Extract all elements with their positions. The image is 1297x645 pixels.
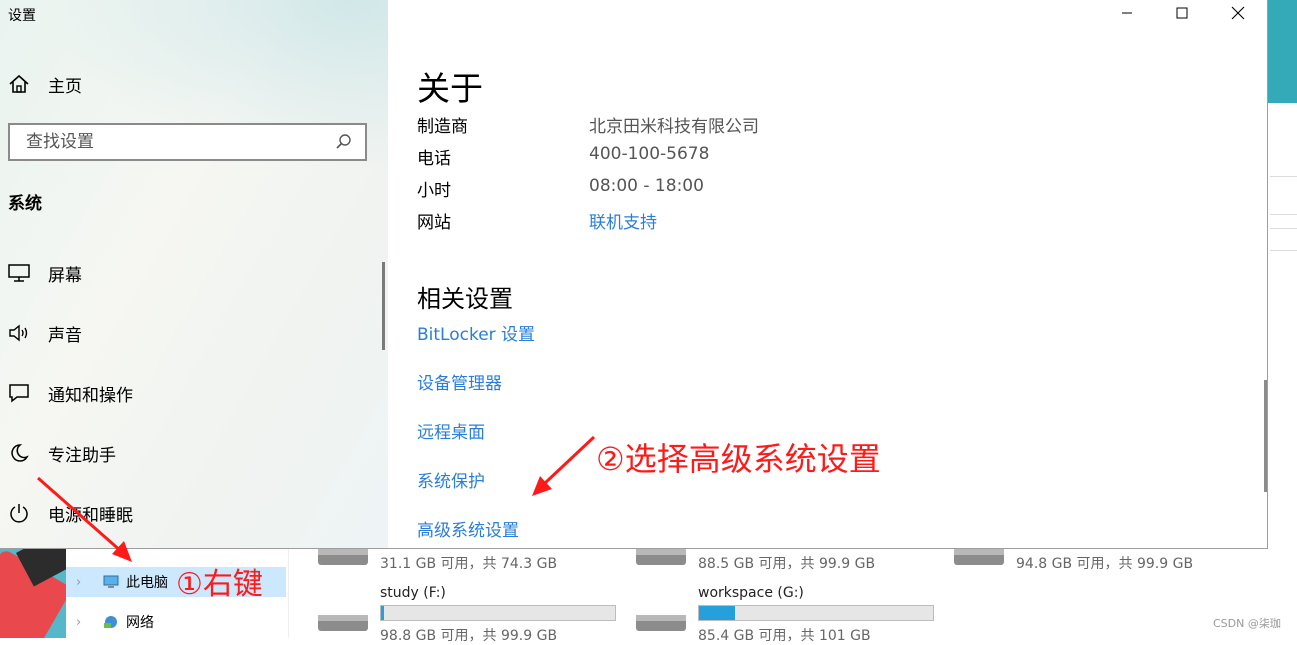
- remote-desktop-link[interactable]: 远程桌面: [417, 418, 485, 443]
- menu-item-display[interactable]: 屏幕: [8, 258, 378, 288]
- related-settings-heading: 相关设置: [417, 285, 513, 313]
- info-key: 电话: [417, 149, 451, 169]
- divider: [1270, 214, 1297, 215]
- search-input[interactable]: [24, 131, 335, 153]
- watermark: CSDN @柒珈: [1213, 617, 1281, 630]
- menu-item-label: 电源和睡眠: [48, 505, 133, 526]
- info-value: 北京田米科技有限公司: [589, 117, 759, 137]
- page-title: 关于: [417, 69, 483, 108]
- settings-sidebar: 设置 主页 系统 屏幕 声音: [0, 0, 388, 548]
- monitor-icon: [8, 264, 30, 282]
- drive-free-space: 98.8 GB 可用，共 99.9 GB: [380, 628, 558, 644]
- home-label: 主页: [48, 76, 82, 97]
- info-row-phone: 电话 400-100-5678: [417, 144, 1117, 170]
- network-icon: [104, 616, 117, 628]
- desktop-wallpaper: [0, 549, 66, 638]
- home-icon: [9, 74, 29, 93]
- drive-free-space: 31.1 GB 可用，共 74.3 GB: [380, 556, 558, 572]
- chevron-right-icon[interactable]: ›: [76, 615, 88, 630]
- menu-item-notifications[interactable]: 通知和操作: [8, 378, 378, 408]
- home-button[interactable]: 主页: [8, 70, 82, 98]
- menu-item-sound[interactable]: 声音: [8, 318, 378, 348]
- minimize-icon: [1122, 12, 1132, 14]
- minimize-button[interactable]: [1104, 0, 1150, 26]
- notification-icon: [9, 384, 29, 403]
- drive-name: study (F:): [380, 585, 446, 601]
- drive-free-space: 88.5 GB 可用，共 99.9 GB: [698, 556, 876, 572]
- hard-drive-icon: [318, 615, 368, 631]
- settings-search[interactable]: [8, 123, 367, 161]
- info-key: 小时: [417, 181, 451, 201]
- drive-usage-fill: [699, 606, 736, 620]
- maximize-icon: [1176, 7, 1188, 19]
- menu-item-focus-assist[interactable]: 专注助手: [8, 438, 378, 468]
- info-key: 制造商: [417, 117, 468, 137]
- desktop-background-strip: [1266, 0, 1297, 103]
- chevron-right-icon[interactable]: ›: [76, 575, 88, 590]
- system-protection-link[interactable]: 系统保护: [417, 467, 485, 492]
- close-icon: [1231, 6, 1245, 20]
- drive-name: workspace (G:): [698, 585, 804, 601]
- divider: [1270, 176, 1297, 177]
- annotation-step2: ②选择高级系统设置: [596, 440, 881, 478]
- advanced-system-settings-link[interactable]: 高级系统设置: [417, 516, 519, 541]
- info-row-hours: 小时 08:00 - 18:00: [417, 176, 1117, 202]
- speaker-icon: [9, 324, 28, 342]
- nav-item-label: 网络: [126, 615, 154, 631]
- device-manager-link[interactable]: 设备管理器: [417, 369, 502, 394]
- close-button[interactable]: [1215, 0, 1261, 26]
- divider: [1270, 228, 1297, 229]
- menu-item-label: 专注助手: [48, 445, 116, 466]
- annotation-step1: ①右键: [176, 567, 263, 602]
- power-icon: [10, 504, 28, 523]
- content-scrollbar[interactable]: [1264, 380, 1267, 492]
- drive-usage-fill: [381, 606, 384, 620]
- drive-free-space: 85.4 GB 可用，共 101 GB: [698, 628, 871, 644]
- menu-item-power-sleep[interactable]: 电源和睡眠: [8, 498, 378, 528]
- divider: [1270, 250, 1297, 251]
- sidebar-scrollbar[interactable]: [382, 262, 385, 350]
- drive-free-space: 94.8 GB 可用，共 99.9 GB: [1016, 556, 1194, 572]
- search-icon[interactable]: [335, 133, 353, 151]
- drive-usage-bar: [698, 605, 934, 621]
- drive-usage-bar: [380, 605, 616, 621]
- moon-icon: [11, 444, 29, 462]
- info-row-manufacturer: 制造商 北京田米科技有限公司: [417, 112, 1117, 138]
- info-key: 网站: [417, 213, 451, 233]
- hard-drive-icon: [636, 615, 686, 631]
- menu-item-label: 通知和操作: [48, 385, 133, 406]
- info-row-website: 网站 联机支持: [417, 208, 1117, 234]
- info-value: 08:00 - 18:00: [589, 176, 704, 196]
- menu-item-label: 屏幕: [48, 265, 82, 286]
- window-title: 设置: [8, 8, 36, 24]
- nav-item-label: 此电脑: [126, 575, 168, 591]
- this-pc-icon: [103, 575, 119, 588]
- nav-item-network[interactable]: › 网络: [66, 607, 286, 637]
- info-value: 400-100-5678: [589, 144, 710, 164]
- section-label: 系统: [8, 194, 42, 214]
- bitlocker-settings-link[interactable]: BitLocker 设置: [417, 320, 535, 345]
- maximize-button[interactable]: [1159, 0, 1205, 26]
- menu-item-label: 声音: [48, 325, 82, 346]
- online-support-link[interactable]: 联机支持: [589, 208, 657, 233]
